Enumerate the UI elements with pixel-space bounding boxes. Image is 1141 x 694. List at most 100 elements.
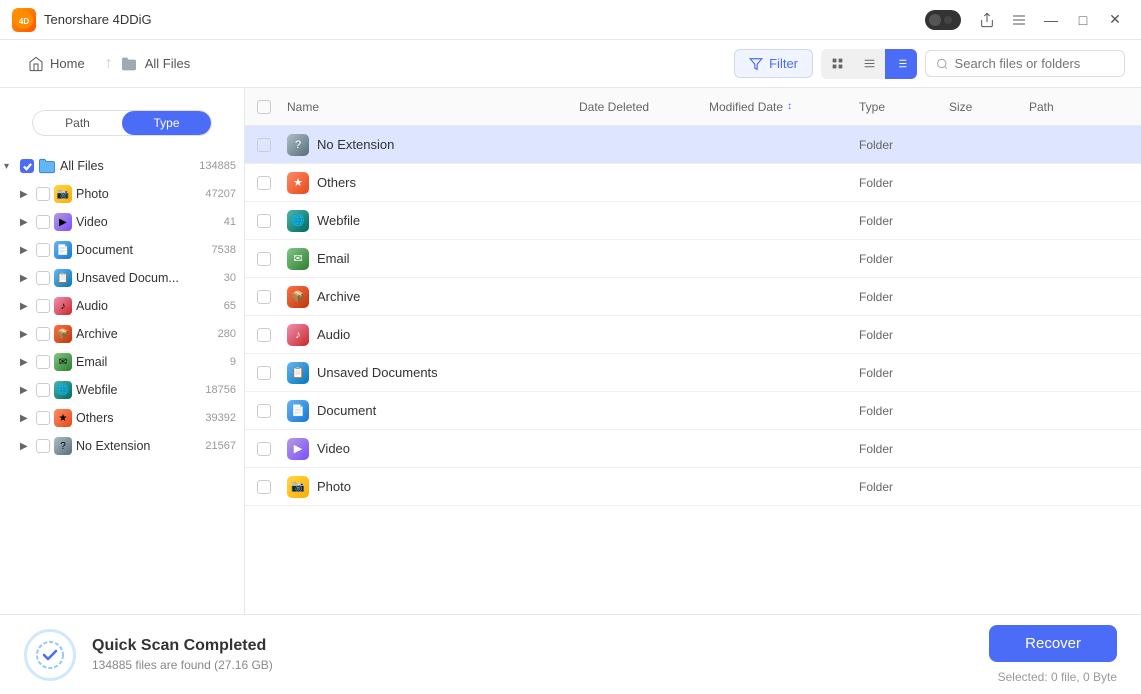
row-icon-video: ▶ <box>287 438 309 460</box>
row-icon-email: ✉ <box>287 248 309 270</box>
row-type-noext: Folder <box>859 138 949 152</box>
allfiles-count: 134885 <box>199 160 236 172</box>
table-row[interactable]: 📋 Unsaved Documents Folder <box>245 354 1141 392</box>
header-modified-date[interactable]: Modified Date ↕ <box>709 100 859 114</box>
search-box[interactable] <box>925 50 1125 77</box>
sidebar-item-unsaved[interactable]: ▶ 📋 Unsaved Docum... 30 <box>0 264 244 292</box>
checkbox-unsaved[interactable] <box>36 271 50 285</box>
view-list-button[interactable] <box>853 49 885 79</box>
row-checkbox-webfile[interactable] <box>257 214 271 228</box>
view-detail-button[interactable] <box>885 49 917 79</box>
checkbox-noext[interactable] <box>36 439 50 453</box>
archive-icon: 📦 <box>54 325 72 343</box>
sidebar-item-document[interactable]: ▶ 📄 Document 7538 <box>0 236 244 264</box>
expand-arrow-document: ▶ <box>20 245 32 256</box>
row-checkbox-document[interactable] <box>257 404 271 418</box>
row-name-email: Email <box>317 251 350 266</box>
table-row[interactable]: 📷 Photo Folder <box>245 468 1141 506</box>
table-row[interactable]: 📦 Archive Folder <box>245 278 1141 316</box>
row-type-photo: Folder <box>859 480 949 494</box>
others-label: Others <box>76 411 201 425</box>
checkbox-audio[interactable] <box>36 299 50 313</box>
unsaved-icon: 📋 <box>54 269 72 287</box>
expand-arrow-photo: ▶ <box>20 189 32 200</box>
video-label: Video <box>76 215 220 229</box>
row-name-photo: Photo <box>317 479 351 494</box>
home-label: Home <box>50 56 85 71</box>
row-type-others: Folder <box>859 176 949 190</box>
row-checkbox-others[interactable] <box>257 176 271 190</box>
maximize-button[interactable]: □ <box>1069 6 1097 34</box>
table-row[interactable]: ★ Others Folder <box>245 164 1141 202</box>
recover-button[interactable]: Recover <box>989 625 1117 662</box>
home-button[interactable]: Home <box>16 50 97 78</box>
checkbox-video[interactable] <box>36 215 50 229</box>
view-grid-button[interactable] <box>821 49 853 79</box>
row-name-video: Video <box>317 441 350 456</box>
sidebar-item-allfiles[interactable]: ▾ All Files 134885 <box>0 152 244 180</box>
sidebar-item-audio[interactable]: ▶ ♪ Audio 65 <box>0 292 244 320</box>
menu-button[interactable] <box>1005 6 1033 34</box>
row-name-noext: No Extension <box>317 137 394 152</box>
document-label: Document <box>76 243 208 257</box>
table-row[interactable]: ♪ Audio Folder <box>245 316 1141 354</box>
table-row[interactable]: ▶ Video Folder <box>245 430 1141 468</box>
expand-arrow-email: ▶ <box>20 357 32 368</box>
path-type-toggle-container: Path Type <box>0 96 244 152</box>
audio-count: 65 <box>224 300 236 312</box>
photo-count: 47207 <box>205 188 236 200</box>
sidebar-item-video[interactable]: ▶ ▶ Video 41 <box>0 208 244 236</box>
type-toggle-button[interactable]: Type <box>122 111 211 135</box>
header-checkbox[interactable] <box>257 100 271 114</box>
checkbox-photo[interactable] <box>36 187 50 201</box>
expand-arrow-unsaved: ▶ <box>20 273 32 284</box>
checkbox-document[interactable] <box>36 243 50 257</box>
row-type-unsaved: Folder <box>859 366 949 380</box>
row-checkbox-email[interactable] <box>257 252 271 266</box>
table-row[interactable]: ✉ Email Folder <box>245 240 1141 278</box>
navbar: Home ↑ All Files Filter <box>0 40 1141 88</box>
row-type-archive: Folder <box>859 290 949 304</box>
search-input[interactable] <box>955 56 1114 71</box>
nav-up-arrow[interactable]: ↑ <box>105 55 113 73</box>
checkbox-email[interactable] <box>36 355 50 369</box>
header-name: Name <box>287 100 579 114</box>
row-checkbox-video[interactable] <box>257 442 271 456</box>
minimize-button[interactable]: — <box>1037 6 1065 34</box>
row-name-document: Document <box>317 403 376 418</box>
sidebar-item-noext[interactable]: ▶ ? No Extension 21567 <box>0 432 244 460</box>
share-button[interactable] <box>973 6 1001 34</box>
expand-arrow-audio: ▶ <box>20 301 32 312</box>
navbar-left: Home ↑ All Files <box>16 50 190 78</box>
sidebar-item-photo[interactable]: ▶ 📷 Photo 47207 <box>0 180 244 208</box>
path-toggle-button[interactable]: Path <box>33 111 122 135</box>
filter-button[interactable]: Filter <box>734 49 813 78</box>
row-checkbox-unsaved[interactable] <box>257 366 271 380</box>
archive-count: 280 <box>218 328 236 340</box>
row-checkbox-audio[interactable] <box>257 328 271 342</box>
webfile-count: 18756 <box>205 384 236 396</box>
checkbox-others[interactable] <box>36 411 50 425</box>
scan-title: Quick Scan Completed <box>92 637 273 655</box>
sidebar-item-others[interactable]: ▶ ★ Others 39392 <box>0 404 244 432</box>
table-row[interactable]: 📄 Document Folder <box>245 392 1141 430</box>
sidebar-item-webfile[interactable]: ▶ 🌐 Webfile 18756 <box>0 376 244 404</box>
table-row[interactable]: ? No Extension Folder <box>245 126 1141 164</box>
row-checkbox-archive[interactable] <box>257 290 271 304</box>
row-type-video: Folder <box>859 442 949 456</box>
sidebar-item-archive[interactable]: ▶ 📦 Archive 280 <box>0 320 244 348</box>
checkbox-archive[interactable] <box>36 327 50 341</box>
titlebar: 4D Tenorshare 4DDiG — □ ✕ <box>0 0 1141 40</box>
row-name-others: Others <box>317 175 356 190</box>
webfile-label: Webfile <box>76 383 201 397</box>
sidebar-item-email[interactable]: ▶ ✉ Email 9 <box>0 348 244 376</box>
close-button[interactable]: ✕ <box>1101 6 1129 34</box>
row-checkbox-photo[interactable] <box>257 480 271 494</box>
checkbox-allfiles[interactable] <box>20 159 34 173</box>
others-icon: ★ <box>54 409 72 427</box>
table-row[interactable]: 🌐 Webfile Folder <box>245 202 1141 240</box>
allfiles-icon <box>38 157 56 175</box>
row-checkbox-noext[interactable] <box>257 138 271 152</box>
checkbox-webfile[interactable] <box>36 383 50 397</box>
webfile-icon: 🌐 <box>54 381 72 399</box>
